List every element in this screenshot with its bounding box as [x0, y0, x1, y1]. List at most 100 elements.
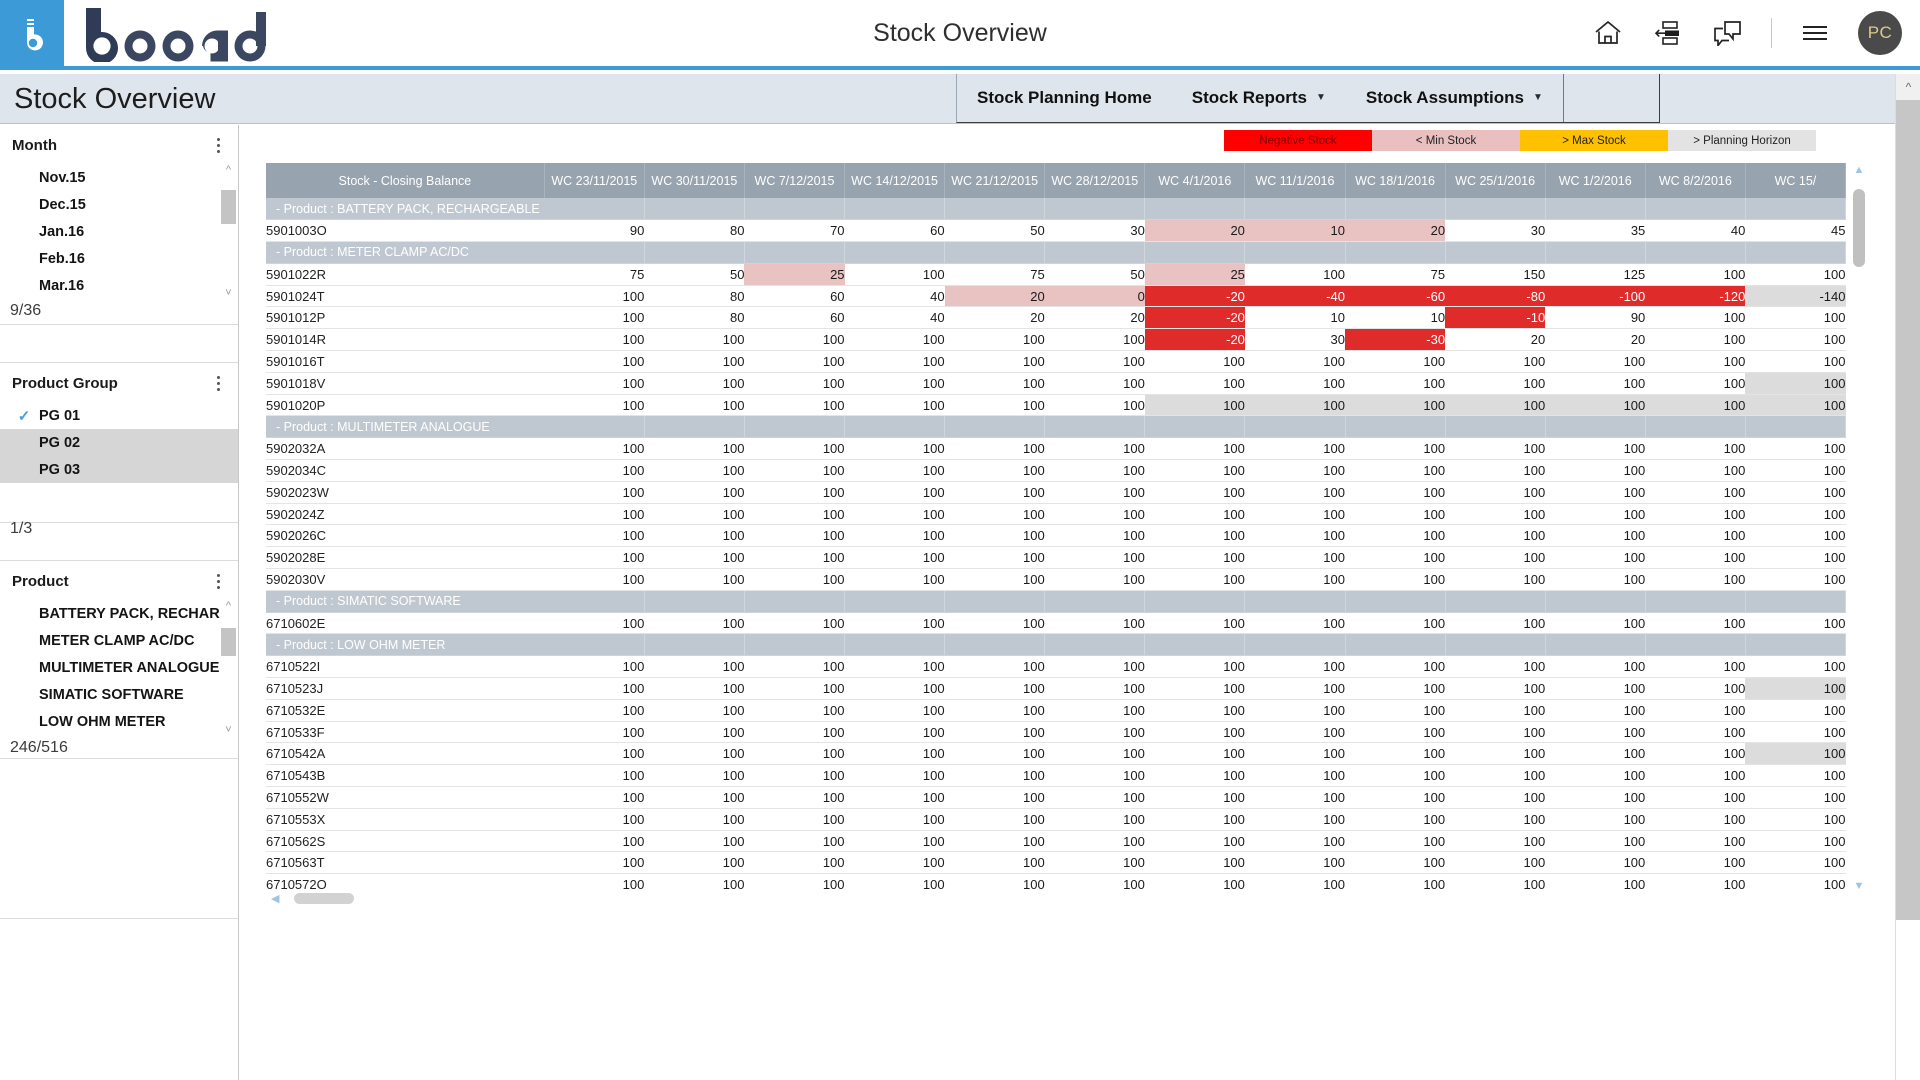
data-cell[interactable]: 40 — [1645, 219, 1746, 243]
data-cell[interactable]: 100 — [844, 524, 945, 548]
data-cell[interactable]: 100 — [1445, 568, 1546, 591]
data-cell[interactable]: 100 — [844, 786, 945, 809]
data-cell[interactable]: 100 — [1345, 481, 1446, 504]
data-cell[interactable]: 100 — [1445, 742, 1546, 766]
data-cell[interactable]: 100 — [1645, 524, 1746, 548]
data-cell[interactable]: 100 — [1244, 394, 1345, 417]
data-cell[interactable]: 100 — [944, 459, 1045, 482]
data-cell[interactable]: 100 — [944, 372, 1045, 395]
data-cell[interactable]: 100 — [1645, 437, 1746, 461]
list-item[interactable]: INTERFACE CABLE — [0, 735, 238, 736]
data-cell[interactable]: 100 — [844, 437, 945, 461]
data-cell[interactable]: 100 — [1044, 742, 1145, 766]
data-cell[interactable]: 100 — [1144, 764, 1245, 788]
data-cell[interactable]: 100 — [1745, 677, 1846, 700]
list-item[interactable]: LOW OHM METER — [0, 708, 238, 735]
data-cell[interactable]: 90 — [1545, 306, 1646, 330]
data-cell[interactable]: 100 — [1745, 524, 1846, 548]
list-item[interactable]: SIMATIC SOFTWARE — [0, 681, 238, 708]
data-cell[interactable]: 100 — [644, 394, 745, 417]
data-cell[interactable]: 100 — [1244, 481, 1345, 504]
data-cell[interactable]: 100 — [744, 350, 845, 373]
data-cell[interactable]: 100 — [844, 263, 945, 286]
data-cell[interactable]: -40 — [1244, 285, 1345, 308]
data-cell[interactable]: 100 — [544, 437, 645, 461]
data-cell[interactable]: 100 — [1345, 372, 1446, 395]
data-cell[interactable]: 100 — [1545, 677, 1646, 700]
data-cell[interactable]: 100 — [944, 830, 1045, 853]
data-cell[interactable]: 100 — [1445, 481, 1546, 504]
data-cell[interactable]: 100 — [1244, 350, 1345, 373]
data-cell[interactable]: 100 — [944, 655, 1045, 679]
table-row[interactable]: 5901022R 75 50 25 100 75 50 25 100 75 150 125 100 100 — [266, 263, 1846, 286]
scroll-down-arrow-icon[interactable]: ˅ — [225, 724, 231, 736]
data-cell[interactable]: 100 — [644, 851, 745, 875]
data-cell[interactable]: 100 — [644, 568, 745, 591]
data-cell[interactable]: 100 — [844, 328, 945, 352]
data-cell[interactable]: 100 — [544, 764, 645, 788]
data-cell[interactable]: 100 — [644, 721, 745, 744]
data-cell[interactable]: 100 — [1645, 481, 1746, 504]
data-cell[interactable]: 100 — [1645, 263, 1746, 286]
data-cell[interactable]: 100 — [644, 786, 745, 809]
data-cell[interactable]: 100 — [1144, 851, 1245, 875]
nav-item-stock-planning-home[interactable]: Stock Planning Home — [957, 74, 1172, 122]
hamburger-menu-icon[interactable] — [1798, 16, 1832, 50]
data-cell[interactable]: 100 — [1345, 503, 1446, 526]
data-cell[interactable]: 100 — [644, 372, 745, 395]
data-cell[interactable]: 100 — [844, 808, 945, 831]
data-cell[interactable]: 100 — [1044, 437, 1145, 461]
data-cell[interactable]: 100 — [1044, 699, 1145, 722]
data-cell[interactable]: 100 — [1745, 481, 1846, 504]
data-cell[interactable]: 100 — [944, 742, 1045, 766]
data-cell[interactable]: 100 — [1645, 459, 1746, 482]
data-cell[interactable]: 100 — [1545, 830, 1646, 853]
scroll-track[interactable] — [221, 612, 236, 724]
data-cell[interactable]: 100 — [1044, 786, 1145, 809]
data-cell[interactable]: 100 — [844, 851, 945, 875]
data-cell[interactable]: 125 — [1545, 263, 1646, 286]
data-cell[interactable]: 100 — [944, 437, 1045, 461]
data-cell[interactable]: 100 — [1445, 677, 1546, 700]
data-cell[interactable]: 100 — [944, 808, 1045, 831]
data-cell[interactable]: 100 — [644, 503, 745, 526]
data-cell[interactable]: 100 — [844, 764, 945, 788]
data-cell[interactable]: 100 — [1044, 851, 1145, 875]
table-row[interactable]: 5901020P 100 100 100 100 100 100 100 100 100 100 10… — [266, 394, 1846, 417]
table-row[interactable]: 5901014R 100 100 100 100 100 100 -20 30 -30 20 20 10… — [266, 328, 1846, 352]
data-cell[interactable]: 100 — [844, 459, 945, 482]
list-item[interactable]: PG 03 — [0, 456, 238, 483]
data-cell[interactable]: 100 — [544, 328, 645, 352]
data-cell[interactable]: 100 — [1445, 786, 1546, 809]
data-cell[interactable]: 75 — [544, 263, 645, 286]
data-cell[interactable]: 100 — [1144, 677, 1245, 700]
board-logo-tile[interactable] — [0, 0, 64, 70]
home-icon[interactable] — [1591, 16, 1625, 50]
data-cell[interactable]: 100 — [1244, 459, 1345, 482]
data-cell[interactable]: -100 — [1545, 285, 1646, 308]
data-cell[interactable]: 90 — [544, 219, 645, 243]
data-cell[interactable]: 100 — [1645, 328, 1746, 352]
data-cell[interactable]: 100 — [1244, 677, 1345, 700]
data-cell[interactable]: 100 — [944, 394, 1045, 417]
column-header-3[interactable]: WC 14/12/2015 — [844, 163, 946, 198]
data-cell[interactable]: 100 — [1445, 350, 1546, 373]
data-cell[interactable]: 100 — [1545, 350, 1646, 373]
data-cell[interactable]: 100 — [1745, 263, 1846, 286]
data-cell[interactable]: 100 — [1545, 699, 1646, 722]
data-cell[interactable]: 10 — [1244, 306, 1345, 330]
data-cell[interactable]: 35 — [1545, 219, 1646, 243]
table-row[interactable]: 6710552W 100 100 100 100 100 100 100 100 100 100 10… — [266, 786, 1846, 809]
table-row[interactable]: 6710602E 100 100 100 100 100 100 100 100 100 100 10… — [266, 612, 1846, 635]
data-cell[interactable]: 100 — [644, 764, 745, 788]
data-cell[interactable]: 100 — [744, 568, 845, 591]
table-row[interactable]: 5901016T 100 100 100 100 100 100 100 100 100 100 10… — [266, 350, 1846, 373]
data-cell[interactable]: 100 — [844, 394, 945, 417]
data-cell[interactable]: 100 — [1645, 677, 1746, 700]
data-cell[interactable]: 25 — [1144, 263, 1245, 286]
scroll-up-arrow-icon[interactable]: ^ — [226, 164, 231, 176]
list-item[interactable]: Nov.15 — [0, 164, 238, 191]
data-cell[interactable]: 100 — [1345, 459, 1446, 482]
data-cell[interactable]: 100 — [944, 503, 1045, 526]
data-cell[interactable]: 100 — [744, 742, 845, 766]
